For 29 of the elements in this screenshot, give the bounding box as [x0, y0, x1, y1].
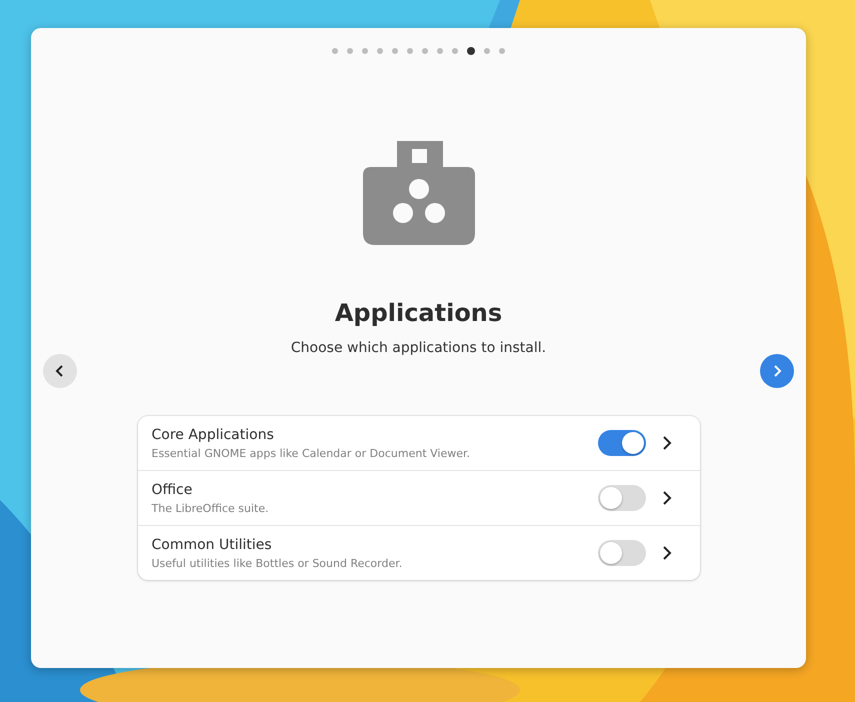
option-description: Useful utilities like Bottles or Sound Recorder.: [152, 556, 404, 570]
option-name: Common Utilities: [152, 536, 273, 552]
chevron-right-icon[interactable]: [662, 490, 672, 506]
next-button[interactable]: [760, 354, 794, 388]
option-description: The LibreOffice suite.: [152, 502, 270, 514]
option-name: Core Applications: [152, 426, 275, 442]
chevron-right-icon[interactable]: [662, 545, 672, 561]
page-dot[interactable]: [484, 48, 490, 54]
option-description: Essential GNOME apps like Calendar or Document Viewer.: [152, 446, 472, 460]
page-dot[interactable]: [452, 48, 458, 54]
back-button[interactable]: [43, 354, 77, 388]
toggle-switch[interactable]: [598, 430, 646, 456]
toggle-switch[interactable]: [598, 485, 646, 511]
option-name: Office: [152, 482, 194, 498]
page-dot[interactable]: [407, 48, 413, 54]
page-dot[interactable]: [437, 48, 443, 54]
page-subtitle: Choose which applications to install.: [290, 340, 546, 356]
page-dot[interactable]: [362, 48, 368, 54]
page-title: Applications: [334, 299, 502, 327]
page-dot[interactable]: [347, 48, 353, 54]
page-dot[interactable]: [499, 48, 505, 54]
page-dot[interactable]: [467, 47, 475, 55]
page-dot[interactable]: [332, 48, 338, 54]
shopping-bag-icon: [362, 141, 474, 245]
page-dot[interactable]: [422, 48, 428, 54]
chevron-right-icon[interactable]: [662, 435, 672, 451]
page-dot[interactable]: [377, 48, 383, 54]
toggle-switch[interactable]: [598, 540, 646, 566]
page-dot[interactable]: [392, 48, 398, 54]
